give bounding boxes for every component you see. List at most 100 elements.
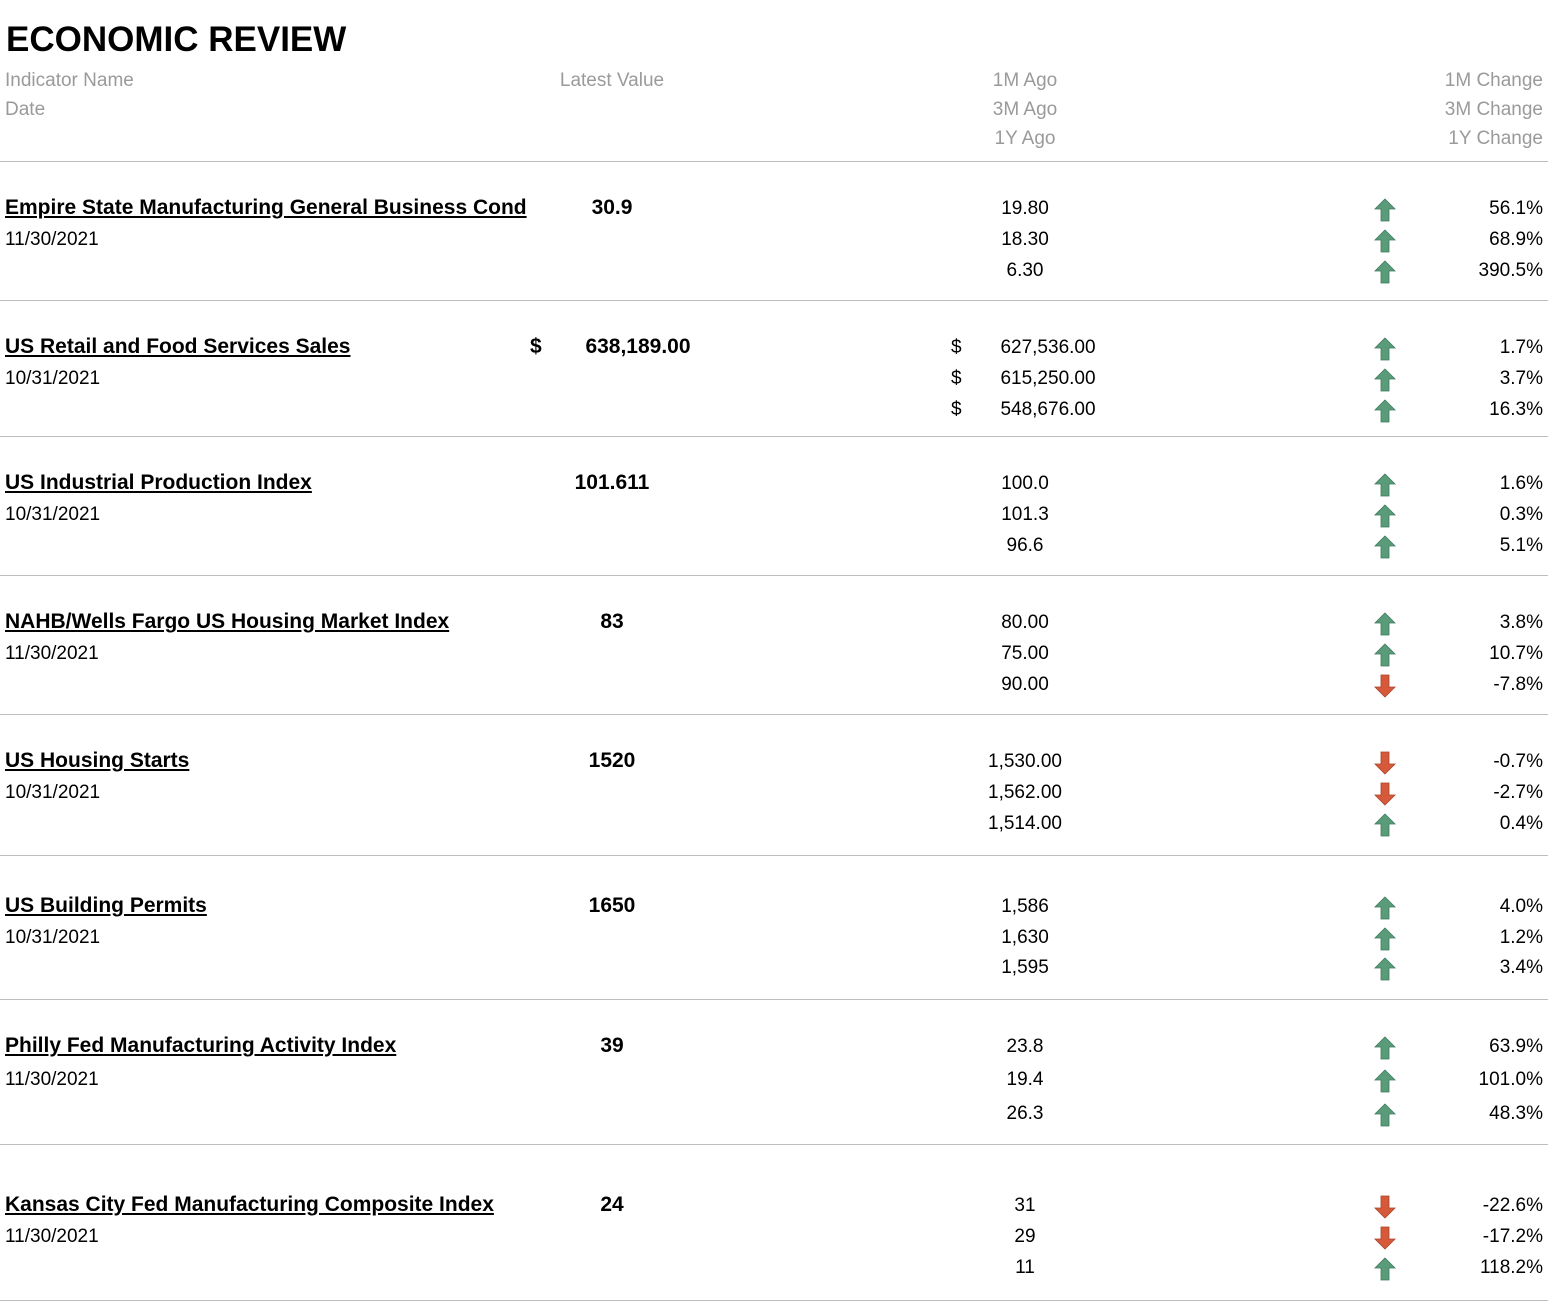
1m-change-value: 63.9%: [1489, 1036, 1543, 1057]
latest-value: 1520: [588, 749, 636, 772]
up-arrow-icon: [1374, 612, 1396, 636]
up-arrow-icon: [1374, 260, 1396, 284]
latest-value: 101.611: [574, 471, 650, 494]
3m-ago-value: 615,250.00: [1000, 368, 1096, 389]
1y-ago-value: 6.30: [1006, 260, 1044, 281]
indicator-name-link[interactable]: NAHB/Wells Fargo US Housing Market Index: [5, 610, 449, 634]
1y-change-value: 5.1%: [1499, 535, 1543, 556]
down-arrow-icon: [1374, 1195, 1396, 1219]
1y-ago-value: 1,595: [1001, 957, 1049, 978]
up-arrow-icon: [1374, 813, 1396, 837]
up-arrow-icon: [1374, 927, 1396, 951]
up-arrow-icon: [1374, 473, 1396, 497]
header-3m-ago: 3M Ago: [992, 99, 1058, 120]
up-arrow-icon: [1374, 896, 1396, 920]
1m-change-value: 4.0%: [1499, 896, 1543, 917]
up-arrow-icon: [1374, 1069, 1396, 1093]
latest-value: 83: [600, 610, 624, 633]
1m-change-value: 56.1%: [1489, 198, 1543, 219]
latest-value: 1650: [588, 894, 636, 917]
3m-ago-value: 29: [1014, 1226, 1036, 1247]
indicator-date: 10/31/2021: [5, 927, 101, 948]
row-divider: [0, 999, 1548, 1000]
up-arrow-icon: [1374, 535, 1396, 559]
page-title: ECONOMIC REVIEW: [6, 20, 347, 59]
3m-change-value: 1.2%: [1499, 927, 1543, 948]
indicator-name-link[interactable]: Empire State Manufacturing General Busin…: [5, 196, 527, 220]
down-arrow-icon: [1374, 674, 1396, 698]
latest-value: 638,189.00: [585, 335, 691, 358]
row-divider: [0, 300, 1548, 301]
1y-ago-value: 90.00: [1001, 674, 1049, 695]
1m-ago-value: 1,586: [1001, 896, 1049, 917]
indicator-date: 11/30/2021: [5, 1226, 99, 1247]
3m-change-value: 10.7%: [1489, 643, 1543, 664]
1y-ago-value: 548,676.00: [1000, 399, 1096, 420]
indicator-date: 10/31/2021: [5, 368, 101, 389]
1y-change-value: -7.8%: [1493, 674, 1543, 695]
1m-ago-value: 19.80: [1001, 198, 1049, 219]
1m-ago-value: 31: [1014, 1195, 1036, 1216]
down-arrow-icon: [1374, 751, 1396, 775]
header-1y-change: 1Y Change: [1448, 128, 1543, 149]
header-divider: [0, 161, 1548, 162]
header-3m-change: 3M Change: [1444, 99, 1543, 120]
up-arrow-icon: [1374, 1257, 1396, 1281]
3m-change-value: 101.0%: [1478, 1069, 1543, 1090]
row-divider: [0, 855, 1548, 856]
up-arrow-icon: [1374, 1103, 1396, 1127]
header-1y-ago: 1Y Ago: [994, 128, 1056, 149]
indicator-name-link[interactable]: Philly Fed Manufacturing Activity Index: [5, 1034, 396, 1058]
1m-ago-value: 627,536.00: [1000, 337, 1096, 358]
indicator-name-link[interactable]: Kansas City Fed Manufacturing Composite …: [5, 1193, 494, 1217]
1m-ago-value: 23.8: [1006, 1036, 1044, 1057]
1m-change-value: 3.8%: [1499, 612, 1543, 633]
indicator-date: 11/30/2021: [5, 229, 99, 250]
row-divider: [0, 714, 1548, 715]
1m-change-value: 1.7%: [1499, 337, 1543, 358]
up-arrow-icon: [1374, 957, 1396, 981]
up-arrow-icon: [1374, 399, 1396, 423]
up-arrow-icon: [1374, 198, 1396, 222]
1y-change-value: 48.3%: [1489, 1103, 1543, 1124]
3m-ago-value: 101.3: [1001, 504, 1049, 525]
indicator-date: 11/30/2021: [5, 643, 99, 664]
3m-ago-value: 19.4: [1006, 1069, 1044, 1090]
row-divider: [0, 436, 1548, 437]
header-date: Date: [5, 99, 46, 120]
up-arrow-icon: [1374, 229, 1396, 253]
1y-ago-value: 1,514.00: [988, 813, 1062, 834]
latest-value: 30.9: [591, 196, 633, 219]
down-arrow-icon: [1374, 1226, 1396, 1250]
header-latest-value: Latest Value: [559, 70, 665, 91]
row-divider: [0, 575, 1548, 576]
1m-ago-value: 80.00: [1001, 612, 1049, 633]
up-arrow-icon: [1374, 643, 1396, 667]
up-arrow-icon: [1374, 504, 1396, 528]
indicator-name-link[interactable]: US Housing Starts: [5, 749, 189, 773]
1m-change-value: 1.6%: [1499, 473, 1543, 494]
header-1m-change: 1M Change: [1444, 70, 1543, 91]
1m-change-value: -22.6%: [1482, 1195, 1543, 1216]
1m-ago-value: 1,530.00: [988, 751, 1062, 772]
1m-change-value: -0.7%: [1493, 751, 1543, 772]
1m-ago-value: 100.0: [1001, 473, 1049, 494]
1y-change-value: 0.4%: [1499, 813, 1543, 834]
up-arrow-icon: [1374, 337, 1396, 361]
up-arrow-icon: [1374, 368, 1396, 392]
latest-value: 24: [600, 1193, 624, 1216]
indicator-name-link[interactable]: US Industrial Production Index: [5, 471, 312, 495]
3m-ago-value: 1,562.00: [988, 782, 1062, 803]
row-divider: [0, 1300, 1548, 1301]
indicator-name-link[interactable]: US Retail and Food Services Sales: [5, 335, 350, 359]
indicator-name-link[interactable]: US Building Permits: [5, 894, 207, 918]
3m-ago-value: 18.30: [1001, 229, 1049, 250]
3m-change-value: -2.7%: [1493, 782, 1543, 803]
1y-change-value: 16.3%: [1489, 399, 1543, 420]
3m-change-value: 0.3%: [1499, 504, 1543, 525]
down-arrow-icon: [1374, 782, 1396, 806]
header-indicator-name: Indicator Name: [5, 70, 134, 91]
3m-change-value: 3.7%: [1499, 368, 1543, 389]
up-arrow-icon: [1374, 1036, 1396, 1060]
indicator-date: 10/31/2021: [5, 504, 101, 525]
